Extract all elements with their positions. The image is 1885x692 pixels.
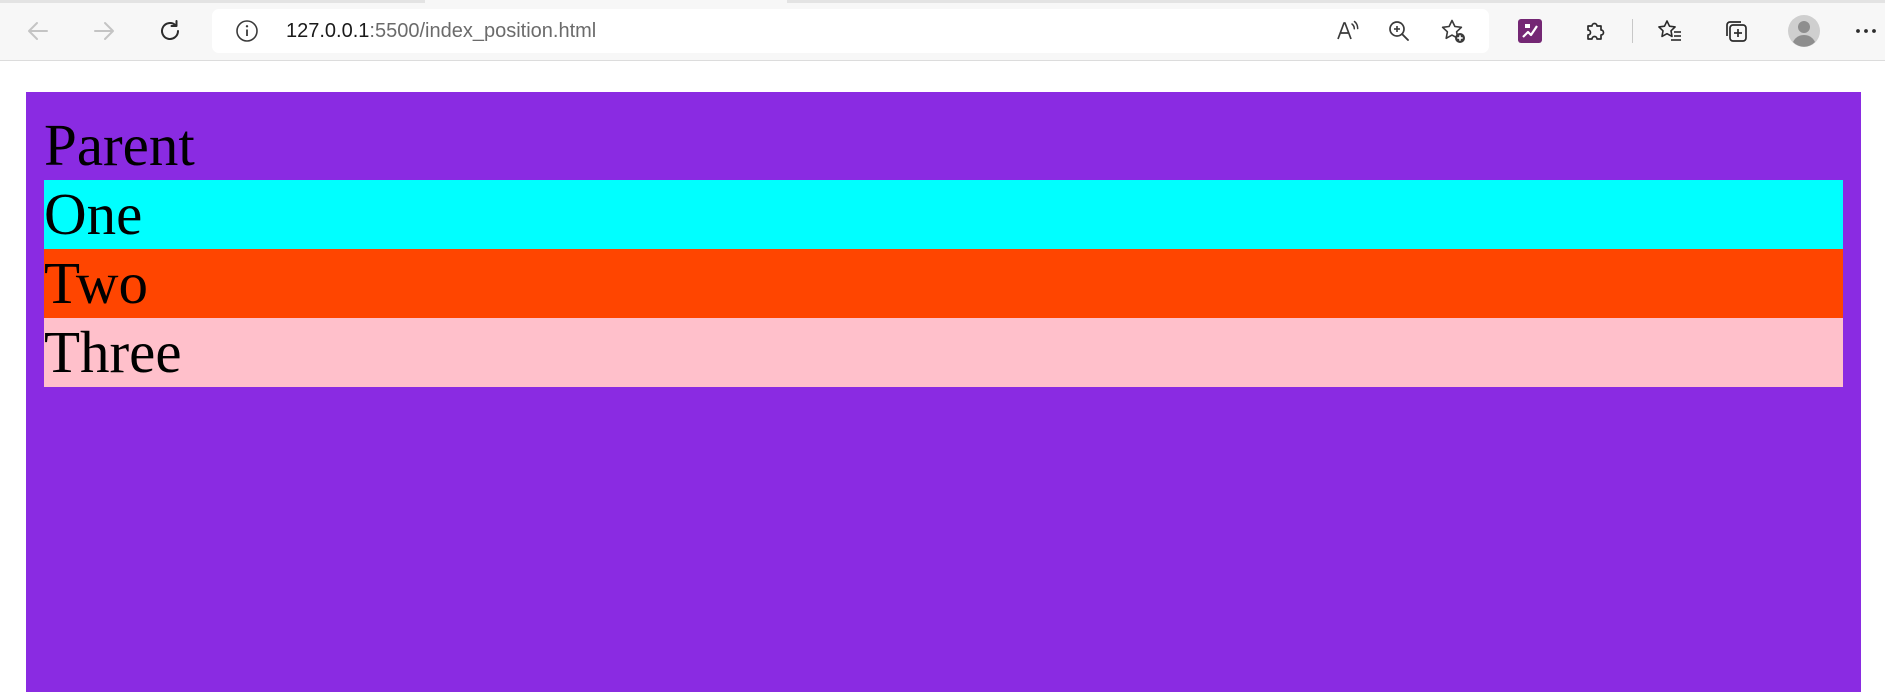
- toolbar-separator: [1632, 19, 1633, 43]
- child-three: Three: [44, 318, 1843, 387]
- info-icon[interactable]: [234, 18, 260, 44]
- child-one: One: [44, 180, 1843, 249]
- zoom-in-icon[interactable]: [1384, 16, 1414, 46]
- address-bar[interactable]: 127.0.0.1:5500/index_position.html: [212, 9, 1489, 53]
- power-apps-extension-icon[interactable]: [1512, 13, 1548, 49]
- back-arrow-icon[interactable]: [20, 13, 56, 49]
- page-viewport: Parent One Two Three: [0, 62, 1885, 692]
- browser-toolbar: 127.0.0.1:5500/index_position.html: [0, 0, 1885, 61]
- add-favorite-icon[interactable]: [1438, 16, 1468, 46]
- child-two: Two: [44, 249, 1843, 318]
- forward-arrow-icon[interactable]: [86, 13, 122, 49]
- url-path: :5500/index_position.html: [369, 20, 597, 42]
- url-text[interactable]: 127.0.0.1:5500/index_position.html: [286, 9, 596, 53]
- parent-label: Parent: [44, 112, 195, 178]
- extensions-puzzle-icon[interactable]: [1578, 13, 1614, 49]
- collections-icon[interactable]: [1718, 13, 1754, 49]
- refresh-icon[interactable]: [152, 13, 188, 49]
- parent-container: Parent One Two Three: [26, 92, 1861, 692]
- read-aloud-icon[interactable]: [1332, 16, 1362, 46]
- tab-strip-edge: [0, 0, 1885, 3]
- active-tab-edge: [425, 0, 787, 3]
- profile-avatar-icon[interactable]: [1786, 13, 1822, 49]
- more-options-icon[interactable]: [1848, 13, 1884, 49]
- url-host: 127.0.0.1: [286, 20, 370, 42]
- favorites-icon[interactable]: [1652, 13, 1688, 49]
